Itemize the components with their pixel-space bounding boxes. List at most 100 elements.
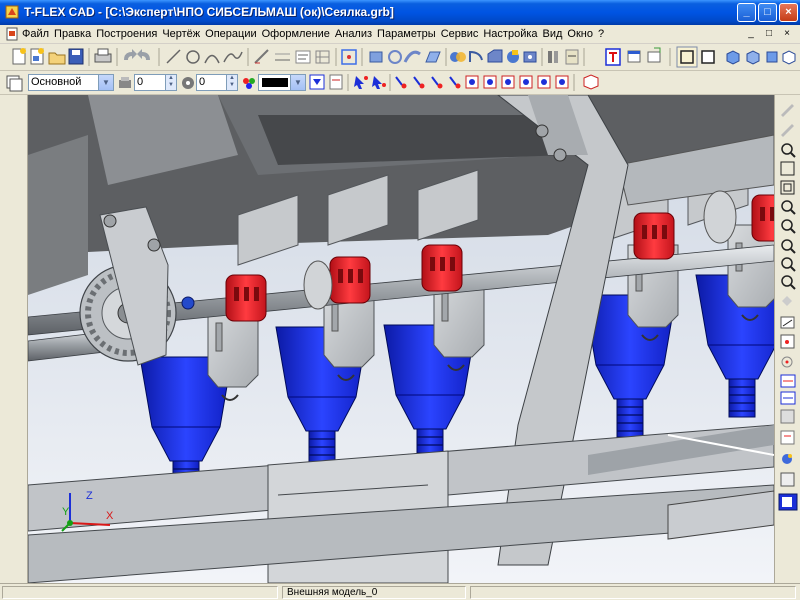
view-top-icon[interactable] [782,50,796,65]
level-stepper[interactable]: 0 ▲ ▼ [134,74,177,91]
render-tool-icon[interactable] [780,472,795,487]
select-filter-icon[interactable] [372,76,386,89]
snap-3d-icon[interactable] [583,74,599,90]
menu-parameters[interactable]: Параметры [377,28,436,40]
minimize-button[interactable]: _ [737,3,756,22]
dimension-tool-icon[interactable] [781,356,793,368]
shaded-icon[interactable] [701,50,715,64]
menu-help[interactable]: ? [598,28,604,40]
view-front-icon[interactable] [766,51,778,63]
snap-point-icon[interactable] [780,374,796,388]
measure-icon[interactable] [605,48,621,66]
zoom-window-icon[interactable] [780,180,795,195]
menu-file[interactable]: Файл [22,28,49,40]
snap-face-icon[interactable] [501,75,515,89]
properties-icon[interactable] [780,334,795,349]
snap-midpoint-icon[interactable] [413,76,425,89]
snap-endpoint-icon[interactable] [395,76,407,89]
close-button[interactable]: × [779,3,798,22]
snap-plane-icon[interactable] [555,75,569,89]
chevron-down-icon[interactable]: ▼ [290,75,305,90]
array-icon[interactable] [548,51,558,63]
grid-icon[interactable] [315,50,330,64]
arc-icon[interactable] [204,54,220,64]
snap-axis-icon[interactable] [537,75,551,89]
menu-settings[interactable]: Настройка [483,28,537,40]
line-style-icon[interactable] [309,74,325,90]
menu-analysis[interactable]: Анализ [335,28,372,40]
window-icon[interactable] [627,50,641,63]
measure-tool-icon[interactable] [780,391,796,405]
snap-center-icon[interactable] [431,76,443,89]
layers-icon[interactable] [4,72,28,94]
fillet-icon[interactable] [469,50,483,62]
maximize-button[interactable]: □ [758,3,777,22]
save-icon[interactable] [68,48,84,65]
select-all-icon[interactable] [354,76,368,89]
dimension-icon[interactable] [275,53,290,61]
menu-edit[interactable]: Правка [54,28,91,40]
arrow-icon[interactable] [780,316,795,329]
wireframe-icon[interactable] [676,46,698,68]
snap-edge-icon[interactable] [483,75,497,89]
snap-intersection-icon[interactable] [449,76,461,89]
chamfer-icon[interactable] [487,49,503,63]
undo-icon[interactable] [124,49,137,60]
snap-icon[interactable] [341,49,357,65]
rotate-view-icon[interactable] [781,239,796,254]
menu-view[interactable]: Вид [543,28,563,40]
text-icon[interactable] [295,50,311,64]
zoom-in-icon[interactable] [781,143,796,158]
menu-operations[interactable]: Операции [205,28,256,40]
viewports-icon[interactable] [647,47,661,63]
pencil-grey-icon[interactable] [781,124,794,137]
hatch-icon[interactable] [254,49,269,64]
zoom-out-icon[interactable] [781,200,796,215]
snap-node-icon[interactable] [465,75,479,89]
document-icon[interactable] [5,27,19,41]
view-cube-icon[interactable] [726,50,740,65]
zoom-extents-icon[interactable] [780,161,795,176]
pencil-icon[interactable] [781,104,794,117]
view-tool-icon[interactable] [782,454,792,464]
sweep-icon[interactable] [403,50,421,63]
open-icon[interactable] [48,52,66,65]
loft-icon[interactable] [425,51,441,63]
spline-icon[interactable] [223,51,243,63]
chevron-down-icon[interactable]: ▼ [98,75,113,90]
line-icon[interactable] [166,49,181,64]
color-select[interactable]: ▼ [258,74,306,91]
rotate-icon[interactable] [388,50,402,64]
new-file-icon[interactable] [12,48,26,65]
menu-drawing[interactable]: Чертёж [162,28,200,40]
new-3d-icon[interactable] [30,48,44,65]
shaded-view-icon[interactable] [778,493,798,511]
layer-tool-icon[interactable] [780,409,795,424]
print-icon[interactable] [94,48,112,63]
section-icon[interactable] [565,49,579,65]
extrude-icon[interactable] [369,51,383,63]
menu-construct[interactable]: Построения [96,28,157,40]
pan-icon[interactable] [781,219,796,234]
level-spin-icon[interactable]: ▲ ▼ [165,75,176,90]
menu-window[interactable]: Окно [567,28,593,40]
snap-vertex-icon[interactable] [519,75,533,89]
menu-annotation[interactable]: Оформление [262,28,330,40]
zoom-all-icon[interactable] [781,275,796,290]
priority-stepper[interactable]: 0 ▲ ▼ [196,74,238,91]
mdi-restore-button[interactable]: □ [762,27,776,41]
zoom-previous-icon[interactable] [781,257,796,272]
menu-service[interactable]: Сервис [441,28,479,40]
hole-icon[interactable] [523,51,537,63]
view-iso-icon[interactable] [746,50,760,65]
model-viewport[interactable]: Z Y X [28,95,774,583]
priority-spin-icon[interactable]: ▲ ▼ [226,75,237,90]
zoom-frame-icon[interactable] [782,296,792,306]
mdi-close-button[interactable]: × [780,27,794,41]
layer-select[interactable]: Основной ▼ [28,74,114,91]
shell-icon[interactable] [507,50,519,63]
redo-icon[interactable] [137,49,150,60]
properties-icon[interactable] [329,74,343,90]
mdi-minimize-button[interactable]: _ [744,27,758,41]
section-tool-icon[interactable] [780,430,795,445]
